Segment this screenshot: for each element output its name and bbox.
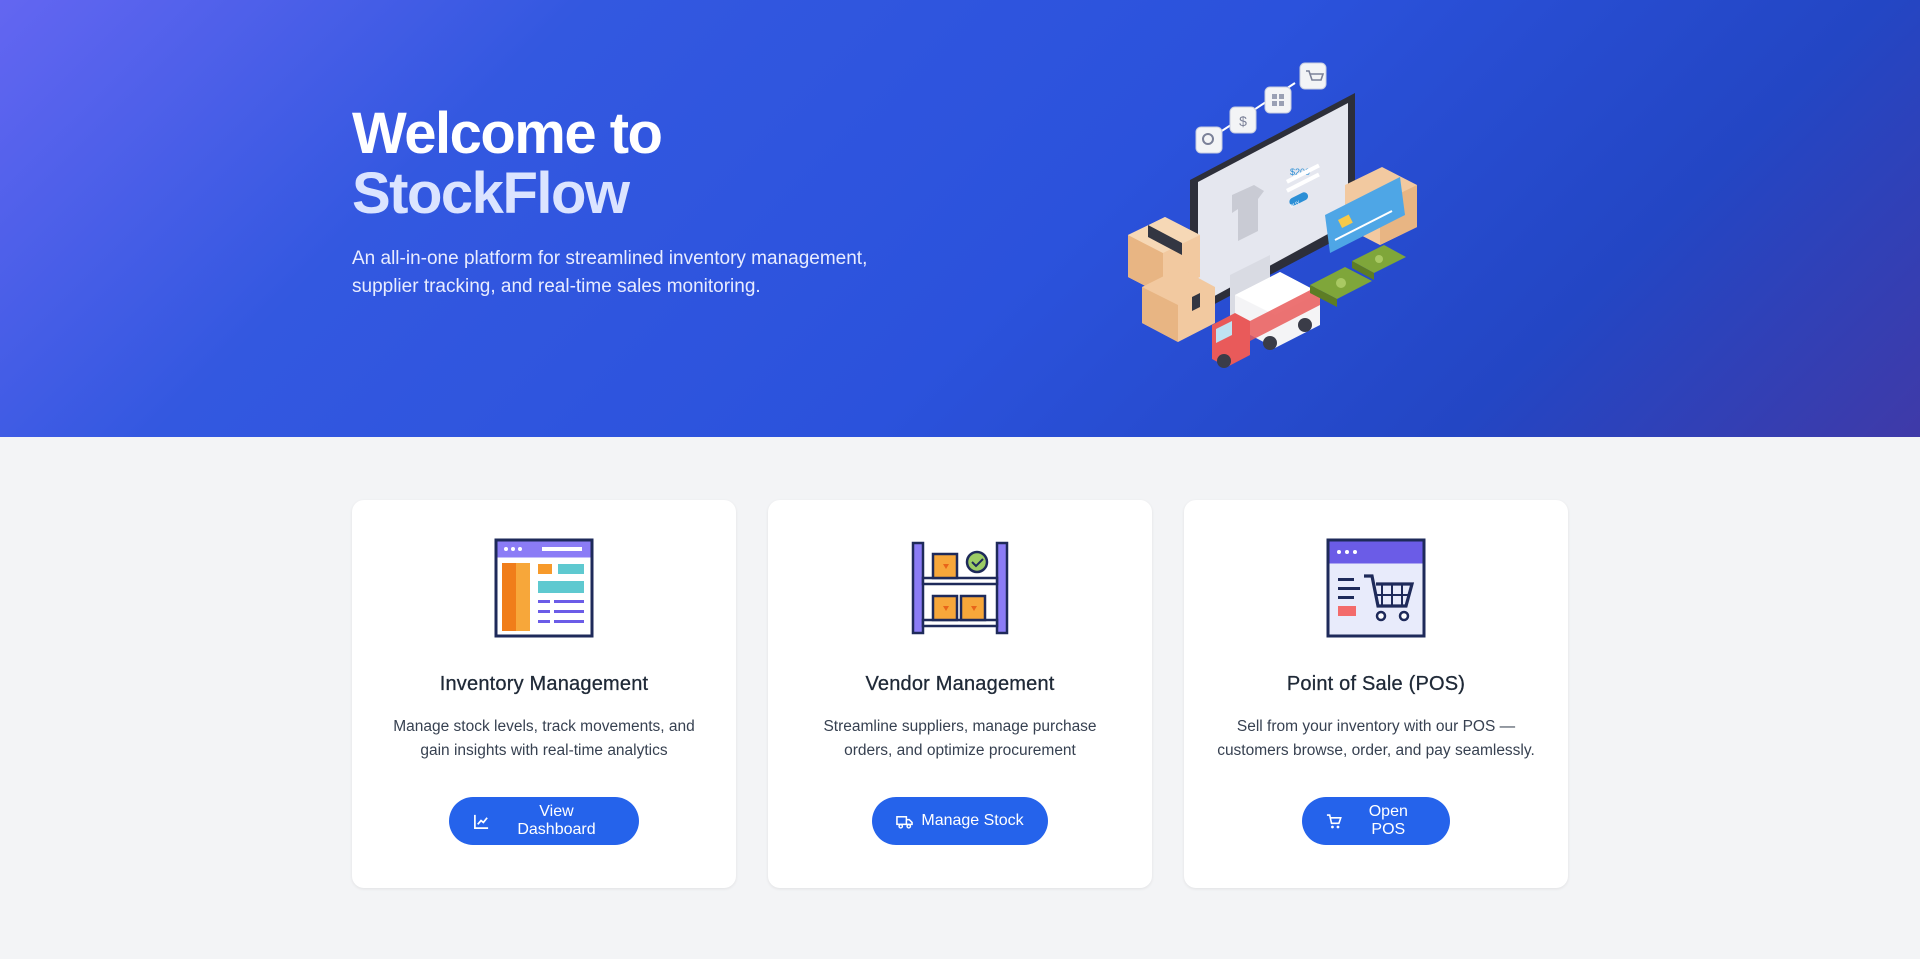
view-dashboard-button[interactable]: View Dashboard [449, 797, 639, 845]
card-description: Manage stock levels, track movements, an… [393, 718, 695, 759]
feature-cards: Inventory Management Manage stock levels… [352, 500, 1568, 890]
ecommerce-illustration-icon: $ $200 BUY [1128, 62, 1417, 368]
card-description: Streamline suppliers, manage purchase or… [823, 718, 1097, 759]
money-bills [1310, 245, 1406, 307]
card-description: Sell from your inventory with our POS — … [1217, 718, 1535, 759]
warehouse-shelf-icon [911, 541, 1009, 635]
card-title: Inventory Management [439, 673, 649, 695]
hero-subtitle: An all-in-one platform for streamlined i… [352, 248, 868, 297]
chart-line-icon [474, 814, 489, 829]
manage-stock-button[interactable]: Manage Stock [872, 797, 1048, 845]
hero-banner: Welcome to StockFlow An all-in-one platf… [0, 0, 1920, 437]
cart-icon [1326, 813, 1342, 828]
open-pos-button[interactable]: Open POS [1302, 797, 1450, 845]
inventory-management-card: Inventory Management Manage stock levels… [352, 500, 736, 888]
svg-text:$: $ [1239, 113, 1247, 129]
shop-cart-window-icon [1326, 538, 1426, 638]
hero-title-line1: Welcome to [352, 101, 663, 166]
button-label: View Dashboard [517, 803, 596, 838]
hero-title-brand: StockFlow [352, 161, 630, 226]
button-label: Open POS [1368, 803, 1408, 838]
dashboard-window-icon [494, 538, 594, 638]
vendor-management-card: Vendor Management Streamline suppliers, … [768, 500, 1152, 888]
hero-title: Welcome to StockFlow [352, 104, 952, 224]
button-label: Manage Stock [921, 812, 1024, 829]
card-title: Vendor Management [865, 673, 1055, 695]
truck-icon [896, 815, 914, 829]
point-of-sale-card: Point of Sale (POS) Sell from your inven… [1184, 500, 1568, 888]
card-title: Point of Sale (POS) [1286, 673, 1466, 695]
